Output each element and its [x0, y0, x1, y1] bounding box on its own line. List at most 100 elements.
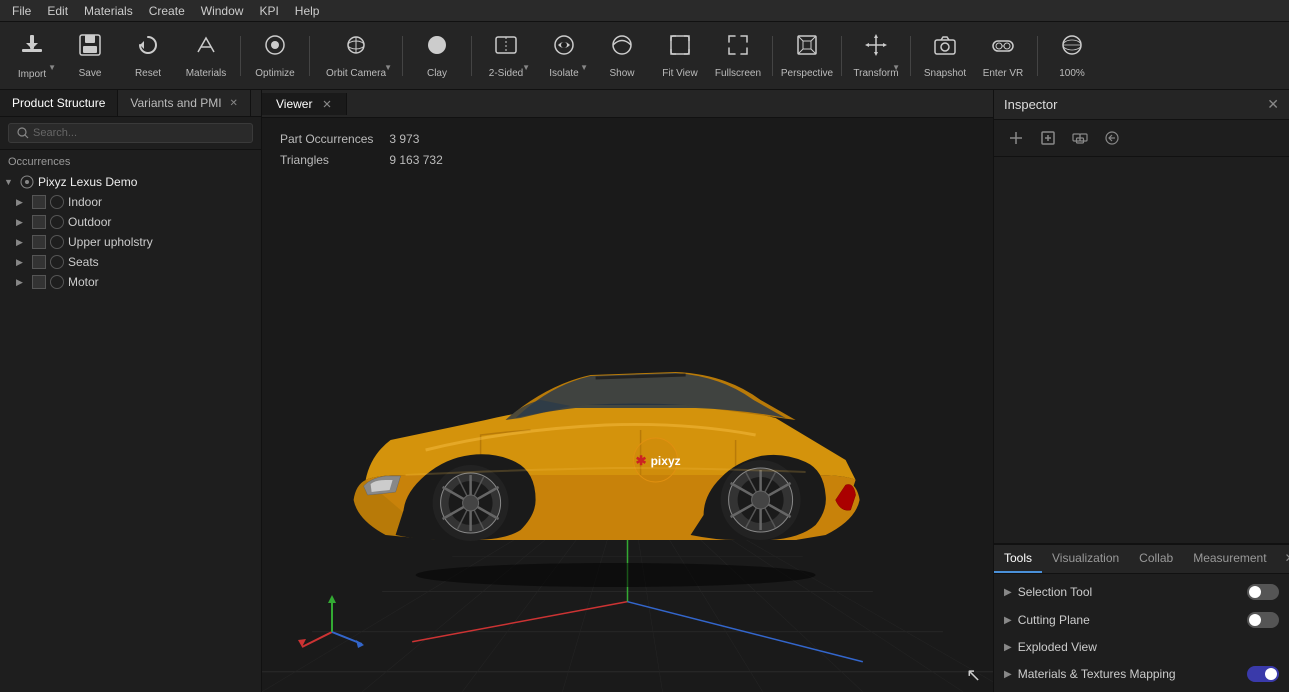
tab-variants-pmi-label: Variants and PMI: [130, 96, 221, 110]
indoor-circle: [50, 195, 64, 209]
inspector-group-button[interactable]: [1068, 126, 1092, 150]
car-scene: ✱ pixyz: [262, 118, 993, 692]
tools-item-selection[interactable]: ▶ Selection Tool: [994, 578, 1289, 606]
right-panel: Inspector ✕: [993, 90, 1289, 692]
tree-item-outdoor[interactable]: ▶ Outdoor: [0, 212, 261, 232]
tools-item-materials-textures[interactable]: ▶ Materials & Textures Mapping: [994, 660, 1289, 688]
orbit-camera-button[interactable]: Orbit Camera ▼: [316, 26, 396, 86]
selection-toggle[interactable]: [1247, 584, 1279, 600]
reset-label: Reset: [135, 68, 161, 79]
cutting-plane-label: Cutting Plane: [1018, 613, 1247, 627]
toolbar: Import ▼ Save Reset: [0, 22, 1289, 90]
save-button[interactable]: Save: [62, 26, 118, 86]
tree-item-upper-upholstery[interactable]: ▶ Upper upholstry: [0, 232, 261, 252]
optimize-icon: [262, 32, 288, 65]
tools-item-cutting-plane[interactable]: ▶ Cutting Plane: [994, 606, 1289, 634]
exploded-view-label: Exploded View: [1018, 640, 1279, 654]
viewer-content[interactable]: Part Occurrences 3 973 Triangles 9 163 7…: [262, 118, 993, 692]
tools-tab-visualization[interactable]: Visualization: [1042, 545, 1129, 573]
motor-expand: ▶: [16, 277, 28, 288]
orbit-camera-label: Orbit Camera: [326, 68, 386, 79]
zoom-button[interactable]: 100%: [1044, 26, 1100, 86]
menu-kpi[interactable]: KPI: [251, 0, 286, 22]
enter-vr-label: Enter VR: [983, 68, 1024, 79]
clay-button[interactable]: Clay: [409, 26, 465, 86]
tree-item-seats[interactable]: ▶ Seats: [0, 252, 261, 272]
materials-button[interactable]: Materials: [178, 26, 234, 86]
menu-file[interactable]: File: [4, 0, 39, 22]
tab-variants-pmi[interactable]: Variants and PMI ✕: [118, 90, 251, 116]
seats-checkbox[interactable]: [32, 255, 46, 269]
perspective-button[interactable]: Perspective: [779, 26, 835, 86]
tools-tab-tools[interactable]: Tools: [994, 545, 1042, 573]
optimize-button[interactable]: Optimize: [247, 26, 303, 86]
tab-product-structure-label: Product Structure: [12, 96, 105, 110]
reset-icon: [135, 32, 161, 65]
tree-item-motor[interactable]: ▶ Motor: [0, 272, 261, 292]
reset-button[interactable]: Reset: [120, 26, 176, 86]
selection-expand: ▶: [1004, 587, 1012, 598]
car-svg: ✱ pixyz: [305, 290, 925, 600]
outdoor-expand: ▶: [16, 217, 28, 228]
divider-1: [240, 36, 241, 76]
clay-label: Clay: [427, 68, 447, 79]
tab-variants-pmi-close[interactable]: ✕: [230, 98, 238, 109]
cutting-plane-toggle[interactable]: [1247, 612, 1279, 628]
tree-item-indoor[interactable]: ▶ Indoor: [0, 192, 261, 212]
viewer-tab-label: Viewer: [276, 97, 312, 111]
inspector-content: [994, 157, 1289, 543]
inspector-close-button[interactable]: ✕: [1267, 96, 1279, 113]
fullscreen-label: Fullscreen: [715, 68, 761, 79]
upper-upholstery-checkbox[interactable]: [32, 235, 46, 249]
search-box: Search...: [0, 117, 261, 150]
import-button[interactable]: Import ▼: [4, 26, 60, 86]
menu-materials[interactable]: Materials: [76, 0, 141, 22]
import-icon: [18, 31, 46, 66]
show-button[interactable]: Show: [594, 26, 650, 86]
tools-close-button[interactable]: ✕: [1277, 545, 1289, 573]
save-icon: [77, 32, 103, 65]
menubar: File Edit Materials Create Window KPI He…: [0, 0, 1289, 22]
menu-window[interactable]: Window: [193, 0, 252, 22]
2sided-button[interactable]: 2-Sided ▼: [478, 26, 534, 86]
tools-tab-collab[interactable]: Collab: [1129, 545, 1183, 573]
tools-item-exploded-view[interactable]: ▶ Exploded View: [994, 634, 1289, 660]
tab-product-structure[interactable]: Product Structure: [0, 90, 118, 116]
transform-button[interactable]: Transform ▼: [848, 26, 904, 86]
tree-container: ▼ Pixyz Lexus Demo ▶ Indoor ▶ Outdoor: [0, 172, 261, 692]
menu-edit[interactable]: Edit: [39, 0, 76, 22]
inspector-add-button[interactable]: [1004, 126, 1028, 150]
outdoor-label: Outdoor: [68, 215, 111, 229]
tools-tab-measurement[interactable]: Measurement: [1183, 545, 1276, 573]
fullscreen-button[interactable]: Fullscreen: [710, 26, 766, 86]
isolate-button[interactable]: Isolate ▼: [536, 26, 592, 86]
outdoor-checkbox[interactable]: [32, 215, 46, 229]
viewer-tab[interactable]: Viewer: [262, 93, 347, 115]
fit-view-button[interactable]: Fit View: [652, 26, 708, 86]
enter-vr-button[interactable]: Enter VR: [975, 26, 1031, 86]
divider-8: [1037, 36, 1038, 76]
enter-vr-icon: [990, 32, 1016, 65]
viewer-tab-bar: Viewer: [262, 90, 993, 118]
show-icon: [609, 32, 635, 65]
search-input[interactable]: Search...: [8, 123, 253, 143]
indoor-checkbox[interactable]: [32, 195, 46, 209]
menu-create[interactable]: Create: [141, 0, 193, 22]
root-label: Pixyz Lexus Demo: [38, 175, 137, 189]
seats-circle: [50, 255, 64, 269]
snapshot-button[interactable]: Snapshot: [917, 26, 973, 86]
upper-upholstery-circle: [50, 235, 64, 249]
motor-checkbox[interactable]: [32, 275, 46, 289]
perspective-label: Perspective: [781, 68, 833, 79]
upper-upholstery-expand: ▶: [16, 237, 28, 248]
menu-help[interactable]: Help: [287, 0, 328, 22]
inspector-back-button[interactable]: [1100, 126, 1124, 150]
panel-tabs: Product Structure Variants and PMI ✕: [0, 90, 261, 117]
left-panel: Product Structure Variants and PMI ✕ Sea…: [0, 90, 262, 692]
tree-item-root[interactable]: ▼ Pixyz Lexus Demo: [0, 172, 261, 192]
inspector-add2-button[interactable]: [1036, 126, 1060, 150]
fit-view-label: Fit View: [662, 68, 697, 79]
materials-textures-toggle[interactable]: [1247, 666, 1279, 682]
divider-7: [910, 36, 911, 76]
isolate-label: Isolate: [549, 68, 578, 79]
